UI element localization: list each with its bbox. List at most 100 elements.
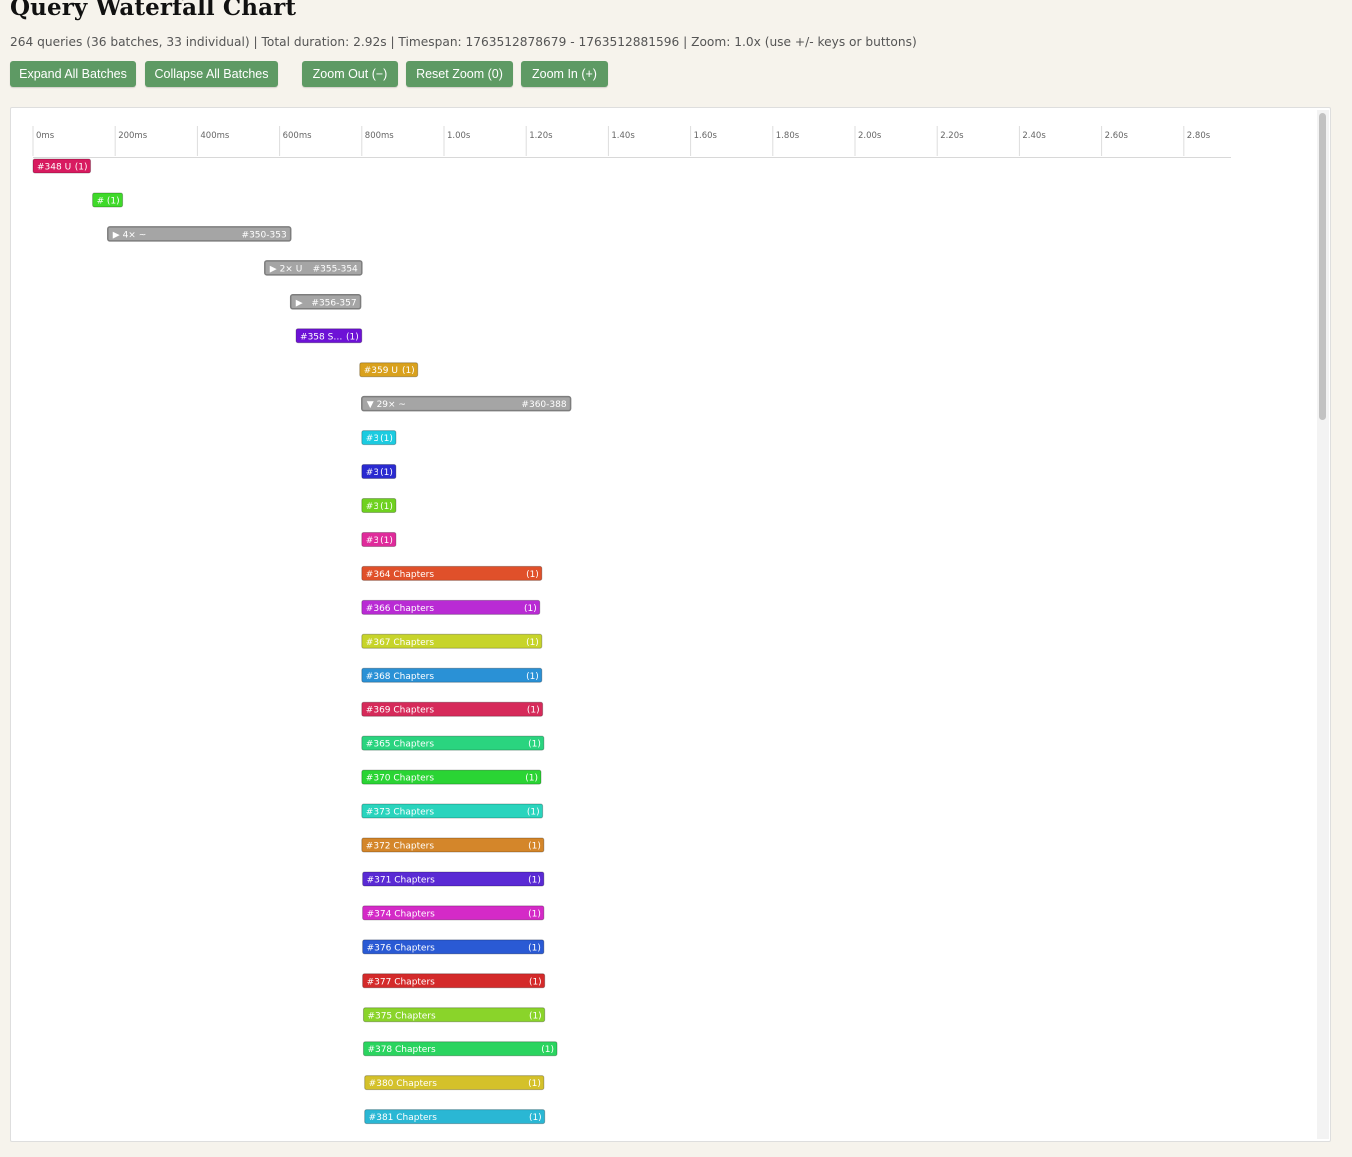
reset-zoom-button[interactable]: Reset Zoom (0) [406, 61, 513, 87]
axis-tick-label: 1.40s [611, 131, 635, 141]
query-bar-label: #373 Chapters [366, 808, 435, 818]
query-bar-count: (1) [380, 468, 393, 478]
query-bar[interactable]: #368 Chapters (1) [361, 667, 543, 683]
axis-tick-label: 2.20s [940, 131, 964, 141]
vertical-scrollbar[interactable] [1317, 110, 1329, 1139]
query-bar[interactable]: #365 Chapters (1) [361, 735, 545, 751]
waterfall-chart: 0ms 200ms 400ms 600ms 800ms 1.00s 1.20s 1.40s 1.… [32, 126, 1231, 1125]
query-bar[interactable]: #376 Chapters (1) [362, 939, 545, 955]
query-bar[interactable]: #3 (1) [361, 464, 397, 480]
axis-tick-label: 2.00s [858, 131, 882, 141]
axis-tick-label: 400ms [200, 131, 230, 141]
query-bar-count: (1) [380, 536, 393, 546]
query-bar-label: #372 Chapters [366, 842, 435, 852]
batch-bar-label: ▶ [296, 298, 303, 308]
query-bar[interactable]: #3 (1) [361, 430, 397, 446]
zoom-in-button[interactable]: Zoom In (+) [521, 61, 608, 87]
query-bar-count: (1) [529, 1011, 542, 1021]
query-bar-label: #3 [366, 536, 379, 546]
query-bar[interactable]: #373 Chapters (1) [361, 803, 544, 819]
scrollbar-thumb[interactable] [1319, 113, 1326, 420]
query-bar[interactable]: #348 U (1) [32, 158, 92, 174]
query-bar[interactable]: #358 S… (1) [295, 328, 363, 344]
query-bar-label: #378 Chapters [367, 1045, 436, 1055]
axis-tick-label: 800ms [365, 131, 395, 141]
batch-bar[interactable]: ▶ 4× ~ #350-353 [107, 226, 292, 242]
query-bar-count: (1) [526, 570, 539, 580]
query-bar[interactable]: #375 Chapters (1) [362, 1007, 546, 1023]
batch-bar-range: #355-354 [313, 264, 358, 274]
query-bar[interactable]: #3 (1) [361, 531, 397, 547]
query-bar[interactable]: #374 Chapters (1) [362, 905, 545, 921]
query-bar-count: (1) [524, 604, 537, 614]
query-bar-label: #380 Chapters [369, 1079, 438, 1089]
query-bar-label: #377 Chapters [367, 977, 436, 987]
axis-tick-label: 2.80s [1187, 131, 1211, 141]
query-bar[interactable]: #3 (1) [361, 498, 397, 513]
batch-bar[interactable]: ▶ #356-357 [289, 294, 362, 310]
query-bar-count: (1) [527, 706, 540, 716]
query-bar-label: #3 [366, 468, 379, 478]
batch-bar-label: ▶ 4× ~ [113, 230, 146, 240]
expand-all-batches-button[interactable]: Expand All Batches [10, 61, 136, 87]
axis-tick-label: 600ms [283, 131, 313, 141]
query-bar-count: (1) [528, 740, 541, 750]
zoom-out-button[interactable]: Zoom Out (−) [302, 61, 398, 87]
query-bar-label: #365 Chapters [366, 740, 435, 750]
query-bar[interactable]: #366 Chapters (1) [361, 599, 541, 615]
query-bar-count: (1) [525, 774, 538, 784]
query-bar-label: #3 [366, 434, 379, 444]
batch-bar-range: #360-388 [521, 400, 566, 410]
query-bar-count: (1) [380, 434, 393, 444]
query-bar[interactable]: #367 Chapters (1) [361, 633, 543, 649]
query-bar[interactable]: #369 Chapters (1) [361, 701, 544, 717]
query-bar[interactable]: #377 Chapters (1) [362, 973, 546, 989]
query-bar-label: #364 Chapters [366, 570, 435, 580]
query-bar[interactable]: #370 Chapters (1) [361, 769, 542, 785]
query-bar-label: #374 Chapters [367, 909, 436, 919]
axis-tick-label: 1.20s [529, 131, 553, 141]
axis-tick-label: 200ms [118, 131, 148, 141]
query-bar[interactable]: # (1) [92, 192, 124, 208]
query-bar[interactable]: #380 Chapters (1) [364, 1075, 545, 1091]
query-bar-label: #376 Chapters [367, 943, 436, 953]
query-bar-label: #359 U [364, 366, 398, 376]
query-bar[interactable]: #364 Chapters (1) [361, 565, 543, 581]
summary-info: 264 queries (36 batches, 33 individual) … [10, 35, 917, 49]
query-bar[interactable]: #378 Chapters (1) [362, 1041, 558, 1057]
axis-tick-label: 1.60s [694, 131, 718, 141]
page-title: Query Waterfall Chart [10, 0, 297, 21]
query-bar-count: (1) [107, 196, 120, 206]
waterfall-panel[interactable]: 0ms 200ms 400ms 600ms 800ms 1.00s 1.20s 1.40s 1.… [10, 107, 1331, 1142]
query-bar-label: #368 Chapters [366, 672, 435, 682]
query-bar[interactable]: #371 Chapters (1) [362, 871, 545, 887]
query-bar-label: #371 Chapters [367, 875, 436, 885]
query-bar-count: (1) [528, 909, 541, 919]
query-bar-count: (1) [380, 502, 393, 512]
query-bar[interactable]: #359 U (1) [359, 362, 419, 378]
query-bar-count: (1) [528, 943, 541, 953]
query-bar-label: #366 Chapters [366, 604, 435, 614]
query-bar-label: #375 Chapters [367, 1011, 436, 1021]
query-bar-count: (1) [528, 1079, 541, 1089]
axis-tick-label: 1.80s [776, 131, 800, 141]
query-bar-count: (1) [402, 366, 415, 376]
query-bar-label: # [97, 196, 105, 206]
query-bar-label: #370 Chapters [366, 774, 435, 784]
batch-bar[interactable]: ▼ 29× ~ #360-388 [361, 395, 572, 412]
query-bar-count: (1) [526, 638, 539, 648]
query-bar-count: (1) [75, 163, 88, 173]
query-bar-count: (1) [529, 1113, 542, 1123]
query-bar-label: #3 [366, 502, 379, 512]
query-bar-label: #381 Chapters [369, 1113, 438, 1123]
query-bar[interactable]: #372 Chapters (1) [361, 837, 545, 853]
query-bar-count: (1) [541, 1045, 554, 1055]
query-bar-label: #369 Chapters [366, 706, 435, 716]
query-bar[interactable]: #381 Chapters (1) [364, 1109, 546, 1125]
query-bar-count: (1) [346, 332, 359, 342]
batch-bar[interactable]: ▶ 2× U #355-354 [264, 260, 363, 276]
collapse-all-batches-button[interactable]: Collapse All Batches [145, 61, 278, 87]
axis-tick-label: 2.40s [1022, 131, 1046, 141]
batch-bar-range: #356-357 [311, 298, 356, 308]
batch-bar-label: ▼ 29× ~ [367, 400, 406, 410]
